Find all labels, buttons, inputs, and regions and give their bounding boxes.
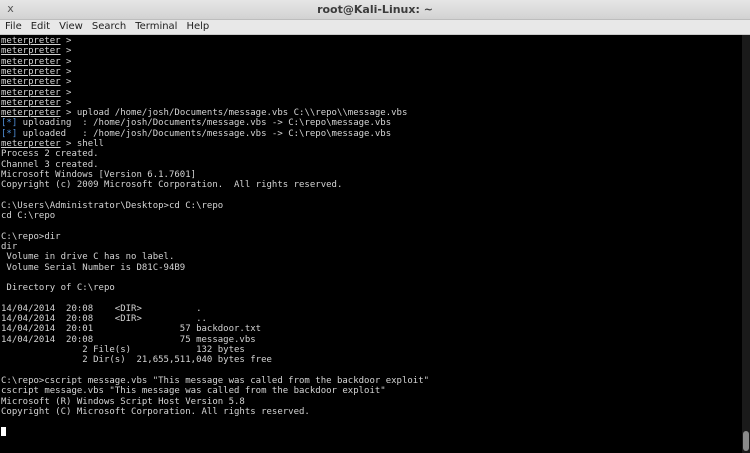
terminal-line: 2 File(s) 132 bytes (1, 345, 245, 355)
terminal-line: meterpreter > (1, 98, 71, 108)
line-text: Copyright (C) Microsoft Corporation. All… (1, 406, 310, 417)
terminal-line: meterpreter > shell (1, 139, 104, 149)
window-title: root@Kali-Linux: ~ (317, 3, 433, 16)
terminal-line: Microsoft Windows [Version 6.1.7601] (1, 170, 196, 180)
line-text: Microsoft (R) Windows Script Host Versio… (1, 396, 245, 407)
line-text: 2 Dir(s) 21,655,511,040 bytes free (1, 355, 272, 366)
terminal-line: Process 2 created. (1, 149, 99, 159)
terminal-line: meterpreter > upload /home/josh/Document… (1, 108, 407, 118)
terminal-line: meterpreter > (1, 57, 71, 67)
line-text: 14/04/2014 20:08 <DIR> . (1, 303, 202, 314)
menu-file[interactable]: File (5, 20, 22, 34)
line-text: Directory of C:\repo (1, 283, 115, 294)
meterpreter-prompt: meterpreter (1, 87, 61, 98)
terminal-line: 2 Dir(s) 21,655,511,040 bytes free (1, 355, 272, 365)
info-tag: [*] (1, 118, 18, 129)
line-text: uploading : /home/josh/Documents/message… (17, 118, 392, 129)
terminal-line: meterpreter > (1, 77, 71, 87)
menu-search[interactable]: Search (92, 20, 126, 34)
line-text: > (60, 56, 72, 67)
terminal-line: meterpreter > (1, 88, 71, 98)
terminal-line: C:\Users\Administrator\Desktop>cd C:\rep… (1, 201, 223, 211)
line-text: > upload /home/josh/Documents/message.vb… (60, 108, 408, 119)
line-text: > (60, 77, 72, 88)
menu-help[interactable]: Help (186, 20, 209, 34)
line-text: Volume in drive C has no label. (1, 252, 175, 263)
line-text: dir (1, 242, 18, 252)
line-text: Copyright (c) 2009 Microsoft Corporation… (1, 180, 343, 191)
line-text: > (60, 97, 72, 108)
line-text: 14/04/2014 20:08 <DIR> .. (1, 314, 207, 325)
line-text: Process 2 created. (1, 149, 99, 160)
menu-edit[interactable]: Edit (31, 20, 50, 34)
line-text: C:\repo>dir (1, 231, 61, 242)
scrollbar-thumb[interactable] (743, 431, 749, 451)
terminal-line: Volume in drive C has no label. (1, 252, 174, 262)
text-cursor (1, 427, 6, 437)
menu-terminal[interactable]: Terminal (135, 20, 177, 34)
terminal-line: Directory of C:\repo (1, 283, 115, 294)
meterpreter-prompt: meterpreter (1, 108, 61, 119)
line-text: > shell (60, 139, 104, 149)
terminal-line: 14/04/2014 20:08 <DIR> . (1, 304, 201, 314)
meterpreter-prompt: meterpreter (1, 36, 61, 46)
meterpreter-prompt: meterpreter (1, 139, 61, 149)
terminal-line: 14/04/2014 20:01 57 backdoor.txt (1, 324, 261, 334)
meterpreter-prompt: meterpreter (1, 56, 61, 67)
terminal-line: 14/04/2014 20:08 75 message.vbs (1, 335, 256, 345)
line-text: 2 File(s) 132 bytes (1, 345, 245, 355)
line-text: uploaded : /home/josh/Documents/message.… (17, 128, 392, 139)
meterpreter-prompt: meterpreter (1, 77, 61, 88)
meterpreter-prompt: meterpreter (1, 97, 61, 108)
terminal-line: meterpreter > (1, 67, 71, 77)
line-text: Volume Serial Number is D81C-94B9 (1, 262, 186, 273)
meterpreter-prompt: meterpreter (1, 66, 61, 77)
menu-bar: File Edit View Search Terminal Help (0, 20, 750, 35)
terminal-line: [*] uploaded : /home/josh/Documents/mess… (1, 129, 391, 139)
line-text: Channel 3 created. (1, 159, 99, 170)
title-bar: x root@Kali-Linux: ~ (0, 0, 750, 20)
terminal-line: Microsoft (R) Windows Script Host Versio… (1, 397, 245, 407)
terminal-line: Copyright (c) 2009 Microsoft Corporation… (1, 180, 342, 190)
line-text: cscript message.vbs "This message was ca… (1, 386, 386, 397)
terminal-line: Volume Serial Number is D81C-94B9 (1, 263, 185, 273)
line-text: 14/04/2014 20:08 75 message.vbs (1, 334, 256, 345)
line-text: > (60, 36, 72, 46)
terminal-line: C:\repo>cscript message.vbs "This messag… (1, 376, 429, 386)
line-text: Microsoft Windows [Version 6.1.7601] (1, 169, 197, 180)
line-text: C:\Users\Administrator\Desktop>cd C:\rep… (1, 200, 224, 211)
line-text: C:\repo>cscript message.vbs "This messag… (1, 375, 430, 386)
info-tag: [*] (1, 128, 18, 139)
terminal-line: C:\repo>dir (1, 232, 61, 242)
terminal-line: cscript message.vbs "This message was ca… (1, 386, 386, 396)
line-text: > (60, 66, 72, 77)
terminal-line: meterpreter > (1, 46, 71, 56)
line-text: > (60, 87, 72, 98)
meterpreter-prompt: meterpreter (1, 46, 61, 57)
terminal-line: [*] uploading : /home/josh/Documents/mes… (1, 118, 391, 128)
terminal-line: meterpreter > (1, 36, 71, 46)
terminal-line: Copyright (C) Microsoft Corporation. All… (1, 407, 310, 417)
terminal-line: Channel 3 created. (1, 160, 99, 170)
terminal-line: 14/04/2014 20:08 <DIR> .. (1, 314, 207, 324)
terminal-output[interactable]: meterpreter > meterpreter > meterpreter > m… (0, 35, 742, 453)
terminal-line: dir (1, 242, 17, 252)
menu-view[interactable]: View (59, 20, 83, 34)
terminal-scrollbar[interactable] (742, 35, 750, 453)
line-text: cd C:\repo (1, 211, 56, 222)
line-text: > (60, 46, 72, 57)
terminal-line: cd C:\repo (1, 211, 55, 221)
line-text: 14/04/2014 20:01 57 backdoor.txt (1, 324, 262, 335)
